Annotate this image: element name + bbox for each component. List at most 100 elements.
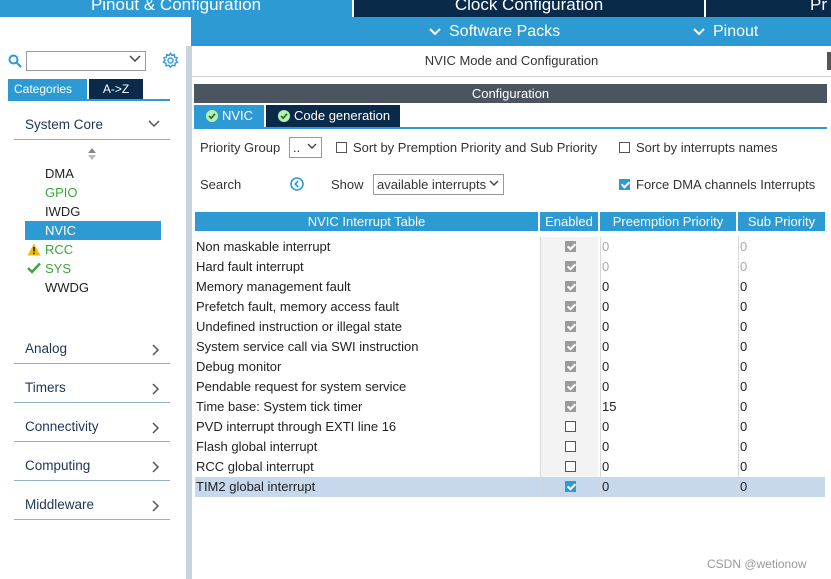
group-timers[interactable]: Timers [14,374,170,402]
sub-priority-value[interactable]: 0 [740,317,747,337]
column-header-preemption[interactable]: Preemption Priority [600,212,736,231]
preemption-priority-value[interactable]: 0 [602,477,609,497]
preemption-priority-value[interactable]: 0 [602,417,609,437]
preemption-priority-value[interactable]: 15 [602,397,616,417]
tab-code-generation[interactable]: Code generation [266,105,400,127]
sub-priority-value[interactable]: 0 [740,357,747,377]
column-separator [540,457,541,477]
sub-priority-value[interactable]: 0 [740,417,747,437]
preemption-priority-value[interactable]: 0 [602,277,609,297]
table-row[interactable]: Debug monitor 0 0 [195,357,825,377]
scroll-handle[interactable] [827,52,831,70]
table-row[interactable]: Non maskable interrupt 0 0 [195,237,825,257]
chevron-down-icon [148,120,160,128]
show-label: Show [331,177,364,192]
group-middleware[interactable]: Middleware [14,491,170,519]
sub-priority-value[interactable]: 0 [740,297,747,317]
column-separator [540,297,541,317]
force-dma-checkbox[interactable] [619,179,630,190]
table-row[interactable]: Prefetch fault, memory access fault 0 0 [195,297,825,317]
group-computing[interactable]: Computing [14,452,170,480]
pinout-menu[interactable]: Pinout [693,17,758,46]
column-separator [600,317,601,337]
check-icon [27,262,41,274]
preemption-priority-value[interactable]: 0 [602,317,609,337]
sidebar-item-dma[interactable]: DMA [25,164,161,183]
interrupt-name: TIM2 global interrupt [196,479,316,494]
table-row[interactable]: Memory management fault 0 0 [195,277,825,297]
group-connectivity[interactable]: Connectivity [14,413,170,441]
sub-toolbar-blue: Software Packs Pinout [191,17,831,46]
enabled-checkbox[interactable] [565,461,576,472]
column-header-enabled[interactable]: Enabled [540,212,598,231]
sub-priority-value[interactable]: 0 [740,257,747,277]
column-separator [600,477,601,497]
enabled-checkbox[interactable] [565,481,576,492]
sub-priority-value[interactable]: 0 [740,377,747,397]
group-system-core-label: System Core [25,117,104,132]
group-label: Connectivity [25,419,99,434]
tab-project-manager[interactable]: Pr [706,0,831,17]
pinout-label: Pinout [713,23,759,40]
group-system-core[interactable]: System Core [14,111,170,139]
sub-priority-value[interactable]: 0 [740,437,747,457]
sidebar-item-iwdg[interactable]: IWDG [25,202,161,221]
sort-icon[interactable] [87,148,97,160]
sub-priority-value[interactable]: 0 [740,477,747,497]
tab-clock-configuration[interactable]: Clock Configuration [354,0,704,17]
sub-priority-value[interactable]: 0 [740,337,747,357]
table-row[interactable]: Flash global interrupt 0 0 [195,437,825,457]
preemption-priority-value[interactable]: 0 [602,237,609,257]
table-row[interactable]: System service call via SWI instruction 0… [195,337,825,357]
table-row[interactable]: Pendable request for system service 0 0 [195,377,825,397]
column-header-sub-priority[interactable]: Sub Priority [738,212,825,231]
sidebar-item-nvic[interactable]: NVIC [25,221,161,240]
sidebar-item-rcc[interactable]: RCC [25,240,161,259]
preemption-priority-value[interactable]: 0 [602,377,609,397]
sidebar-item-gpio[interactable]: GPIO [25,183,161,202]
enabled-checkbox[interactable] [565,441,576,452]
table-row[interactable]: RCC global interrupt 0 0 [195,457,825,477]
enabled-checkbox[interactable] [565,421,576,432]
sort-names-checkbox[interactable] [619,142,630,153]
preemption-priority-value[interactable]: 0 [602,437,609,457]
tab-nvic[interactable]: NVIC [194,105,264,127]
priority-group-select[interactable]: .. [289,137,322,158]
sidebar-item-sys[interactable]: SYS [25,259,161,278]
preemption-priority-value[interactable]: 0 [602,297,609,317]
sub-priority-value[interactable]: 0 [740,277,747,297]
table-row[interactable]: Hard fault interrupt 0 0 [195,257,825,277]
sub-priority-value[interactable]: 0 [740,457,747,477]
sort-premption-checkbox[interactable] [336,142,347,153]
tab-pinout-configuration[interactable]: Pinout & Configuration [0,0,352,17]
tab-a-to-z[interactable]: A->Z [89,79,143,99]
enabled-checkbox [565,301,576,312]
table-row[interactable]: Time base: System tick timer 15 0 [195,397,825,417]
group-analog[interactable]: Analog [14,335,170,363]
column-separator [738,277,739,297]
sidebar-item-label: RCC [45,242,74,257]
column-separator [600,257,601,277]
sidebar-item-wwdg[interactable]: WWDG [25,278,161,297]
show-filter-select[interactable]: available interrupts [373,174,504,195]
column-header-name[interactable]: NVIC Interrupt Table [195,212,538,231]
search-icon[interactable] [8,54,22,68]
preemption-priority-value[interactable]: 0 [602,257,609,277]
sub-priority-value[interactable]: 0 [740,237,747,257]
interrupt-name: Memory management fault [196,279,351,294]
group-divider [14,519,170,520]
search-clear-icon[interactable] [290,177,304,191]
table-row[interactable]: TIM2 global interrupt 0 0 [195,477,825,497]
sort-names-label: Sort by interrupts names [636,140,778,155]
preemption-priority-value[interactable]: 0 [602,457,609,477]
tab-categories[interactable]: Categories [8,79,87,99]
table-row[interactable]: Undefined instruction or illegal state 0 0 [195,317,825,337]
sub-priority-value[interactable]: 0 [740,397,747,417]
interrupt-name: Debug monitor [196,359,282,374]
category-search-input[interactable] [26,51,146,71]
preemption-priority-value[interactable]: 0 [602,337,609,357]
preemption-priority-value[interactable]: 0 [602,357,609,377]
gear-icon[interactable] [162,52,179,69]
table-row[interactable]: PVD interrupt through EXTI line 16 0 0 [195,417,825,437]
software-packs-menu[interactable]: Software Packs [429,17,560,46]
